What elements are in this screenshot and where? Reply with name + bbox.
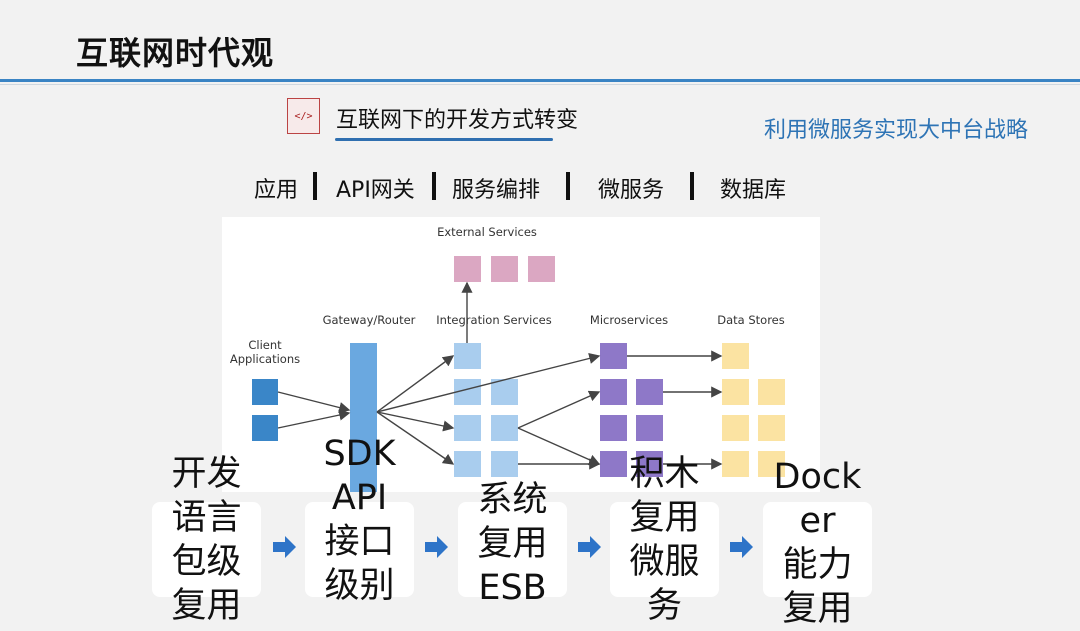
layer-label-api-gateway: API网关 bbox=[336, 178, 415, 203]
data-store-block bbox=[722, 343, 749, 369]
step-building-block-microservice: 积木 复用 微服 务 bbox=[629, 454, 700, 626]
microservices-label: Microservices bbox=[590, 313, 668, 327]
client-applications-label-2: Applications bbox=[230, 352, 300, 366]
layer-label-database: 数据库 bbox=[720, 178, 787, 203]
microservice-block bbox=[600, 379, 627, 405]
external-service-block bbox=[491, 256, 518, 282]
integration-service-block bbox=[491, 415, 518, 441]
gateway-router-label: Gateway/Router bbox=[323, 313, 416, 327]
data-store-block bbox=[722, 379, 749, 405]
layer-separator bbox=[690, 172, 694, 200]
client-app-block bbox=[252, 379, 278, 405]
data-store-block bbox=[758, 415, 785, 441]
microservice-block bbox=[636, 379, 663, 405]
integration-service-block bbox=[491, 451, 518, 477]
layer-label-orchestration: 服务编排 bbox=[452, 178, 541, 203]
title-divider-shadow bbox=[0, 84, 1080, 85]
external-service-block bbox=[454, 256, 481, 282]
step-arrow-icon bbox=[425, 536, 448, 558]
integration-service-block bbox=[454, 451, 481, 477]
microservice-block bbox=[600, 343, 627, 369]
title-divider bbox=[0, 79, 1080, 82]
external-services-label: External Services bbox=[437, 225, 537, 239]
data-stores-label: Data Stores bbox=[717, 313, 785, 327]
layer-separator bbox=[566, 172, 570, 200]
section-subtitle: 互联网下的开发方式转变 bbox=[336, 108, 579, 133]
layer-labels: 应用 API网关 服务编排 微服务 数据库 bbox=[0, 170, 1080, 203]
step-arrow-icon bbox=[730, 536, 753, 558]
code-tag-icon: </> bbox=[287, 98, 320, 134]
microservice-block bbox=[600, 415, 627, 441]
integration-service-block bbox=[454, 343, 481, 369]
integration-services-label: Integration Services bbox=[436, 313, 552, 327]
layer-separator bbox=[432, 172, 436, 200]
integration-service-block bbox=[454, 415, 481, 441]
layer-label-microservice: 微服务 bbox=[598, 178, 665, 203]
data-store-block bbox=[722, 451, 749, 477]
step-system-reuse-esb: 系统 复用 ESB bbox=[477, 480, 548, 608]
data-store-block bbox=[758, 379, 785, 405]
step-docker-capability-reuse: Dock er 能力 复用 bbox=[773, 457, 862, 629]
client-applications-label: Client bbox=[248, 338, 282, 352]
page-title: 互联网时代观 bbox=[76, 34, 275, 72]
strategy-slogan: 利用微服务实现大中台战略 bbox=[764, 118, 1029, 143]
step-arrow-icon bbox=[273, 536, 296, 558]
external-service-block bbox=[528, 256, 555, 282]
step-language-package-reuse: 开发 语言 包级 复用 bbox=[171, 454, 242, 626]
subtitle-underline bbox=[335, 138, 553, 141]
data-store-block bbox=[722, 415, 749, 441]
step-arrow-icon bbox=[578, 536, 601, 558]
step-sdk-api-interface: SDK API 接口 级别 bbox=[323, 434, 396, 606]
microservice-block bbox=[636, 415, 663, 441]
client-app-block bbox=[252, 415, 278, 441]
layer-label-app: 应用 bbox=[254, 178, 299, 203]
layer-separator bbox=[313, 172, 317, 200]
